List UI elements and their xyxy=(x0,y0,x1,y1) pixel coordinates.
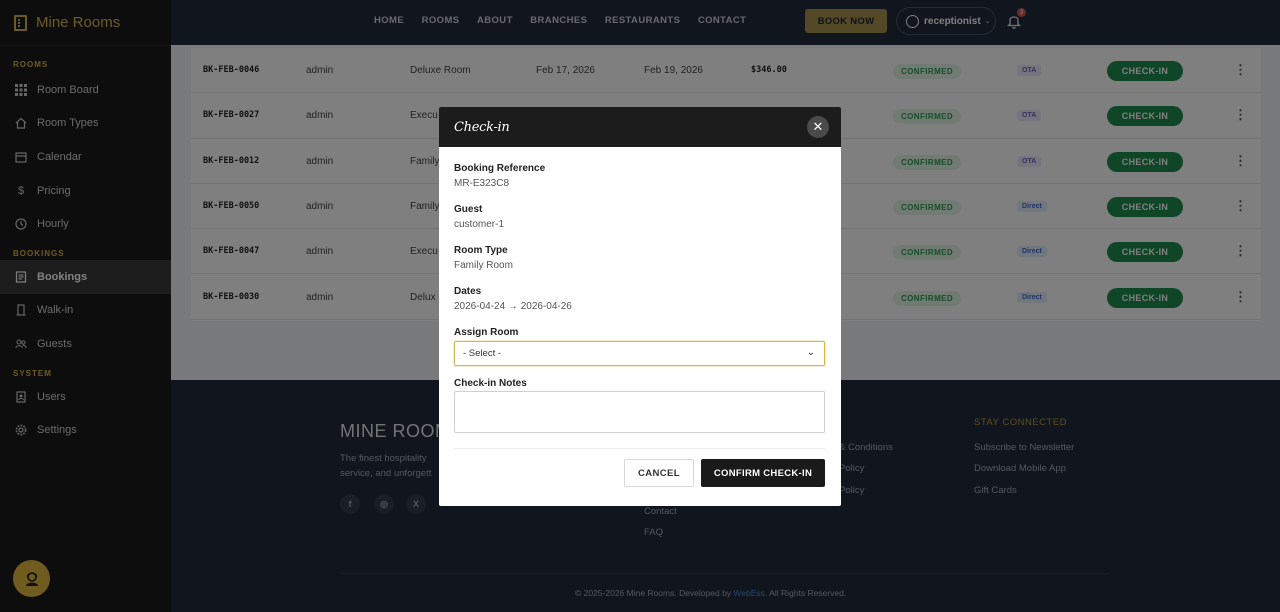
modal-title: Check-in xyxy=(454,119,510,135)
close-icon[interactable]: ✕ xyxy=(807,116,829,138)
field-dates: Dates 2026-04-24 → 2026-04-26 xyxy=(454,286,572,312)
check-in-notes-label: Check-in Notes xyxy=(454,378,527,389)
field-label: Booking Reference xyxy=(454,163,546,174)
field-guest: Guest customer-1 xyxy=(454,204,504,230)
field-booking-reference: Booking Reference MR-E323C8 xyxy=(454,163,545,189)
field-room-type: Room Type Family Room xyxy=(454,245,513,271)
chevron-down-icon: ⌄ xyxy=(806,347,815,358)
field-value: Family Room xyxy=(454,260,513,271)
field-value: customer-1 xyxy=(454,219,505,230)
field-value: 2026-04-24 → 2026-04-26 xyxy=(454,301,572,312)
cancel-button[interactable]: CANCEL xyxy=(624,459,694,487)
field-label: Dates xyxy=(454,286,482,297)
assign-room-select[interactable]: - Select - ⌄ xyxy=(454,341,825,366)
assign-room-label: Assign Room xyxy=(454,327,519,338)
field-label: Room Type xyxy=(454,245,508,256)
check-in-notes-input[interactable] xyxy=(454,391,825,433)
check-in-modal: Check-in ✕ Booking Reference MR-E323C8 G… xyxy=(439,107,841,506)
modal-divider xyxy=(454,448,825,449)
select-value: - Select - xyxy=(463,348,502,359)
confirm-check-in-button[interactable]: CONFIRM CHECK-IN xyxy=(701,459,825,487)
field-label: Guest xyxy=(454,204,483,215)
field-value: MR-E323C8 xyxy=(454,178,510,189)
modal-header: Check-in ✕ xyxy=(439,107,841,147)
